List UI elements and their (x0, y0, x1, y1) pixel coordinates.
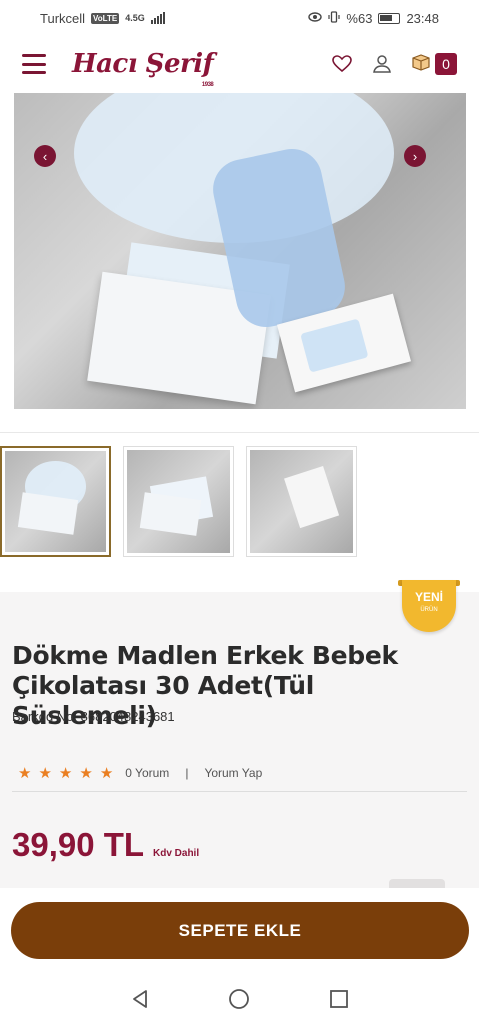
status-bar: Turkcell VoLTE 4.5G %63 23:48 (0, 0, 479, 36)
chevron-left-icon: ‹ (42, 148, 48, 164)
thumbnail-1[interactable] (0, 446, 111, 557)
new-product-badge: YENİ ÜRÜN (402, 580, 456, 632)
system-nav-bar (0, 974, 479, 1024)
thumbnail-strip (0, 446, 357, 557)
badge-line1: YENİ (414, 590, 443, 604)
logo-text: Hacı Şerif (72, 49, 214, 79)
site-header: Hacı Şerif 1938 0 (0, 36, 479, 92)
recents-button[interactable] (325, 985, 353, 1013)
app-root: Turkcell VoLTE 4.5G %63 23:48 Hacı Şerif… (0, 0, 479, 1024)
battery-icon (378, 12, 401, 24)
volte-indicator: VoLTE (91, 12, 120, 24)
divider (0, 432, 479, 433)
star-icon: ★ (58, 765, 73, 782)
rating-divider (12, 791, 467, 792)
product-price: 39,90 TL (12, 826, 145, 863)
chevron-right-icon: › (412, 148, 418, 164)
product-main-image[interactable]: ‹ › (14, 93, 466, 409)
user-icon[interactable] (371, 53, 393, 75)
signal-icon (150, 12, 165, 24)
brand-logo[interactable]: Hacı Şerif 1938 (72, 49, 214, 88)
logo-year: 1938 (201, 82, 214, 88)
star-icon: ★ (99, 765, 114, 782)
star-icon: ★ (79, 765, 93, 782)
rating-stars: ★ ★ ★ ★ ★ (18, 764, 113, 782)
heart-icon[interactable] (331, 53, 353, 75)
thumbnail-3[interactable] (246, 446, 357, 557)
add-to-cart-button[interactable]: SEPETE EKLE (11, 902, 469, 959)
carrier-label: Turkcell (40, 10, 86, 26)
tax-note: Kdv Dahil (153, 848, 200, 859)
eye-comfort-icon (308, 11, 323, 26)
next-image-button[interactable]: › (404, 145, 426, 167)
cart-count-badge: 0 (435, 53, 457, 75)
header-actions: 0 (331, 53, 457, 76)
barcode-label: Barkod No: 8682048243681 (12, 709, 175, 724)
status-right: %63 23:48 (308, 11, 439, 26)
network-type-label: 4.5G (125, 13, 145, 23)
battery-percent: %63 (346, 10, 373, 26)
recents-square-icon (330, 990, 349, 1008)
vibrate-icon (328, 10, 341, 26)
star-icon: ★ (18, 765, 32, 782)
rating-row: ★ ★ ★ ★ ★ 0 Yorum | Yorum Yap (18, 764, 262, 782)
prev-image-button[interactable]: ‹ (34, 145, 56, 167)
rating-separator: | (185, 766, 189, 780)
cart-button[interactable]: 0 (411, 53, 457, 76)
write-review-link[interactable]: Yorum Yap (204, 766, 262, 780)
status-left: Turkcell VoLTE 4.5G (40, 11, 165, 26)
menu-icon[interactable] (22, 54, 46, 74)
clock: 23:48 (406, 10, 439, 26)
home-circle-icon (229, 989, 250, 1009)
badge-line2: ÜRÜN (420, 607, 438, 613)
thumbnail-2[interactable] (123, 446, 234, 557)
home-button[interactable] (225, 985, 253, 1013)
star-icon: ★ (38, 765, 52, 782)
review-count-link[interactable]: 0 Yorum (125, 766, 169, 780)
back-triangle-icon (132, 990, 147, 1008)
back-button[interactable] (126, 985, 154, 1013)
cart-icon (411, 53, 431, 76)
